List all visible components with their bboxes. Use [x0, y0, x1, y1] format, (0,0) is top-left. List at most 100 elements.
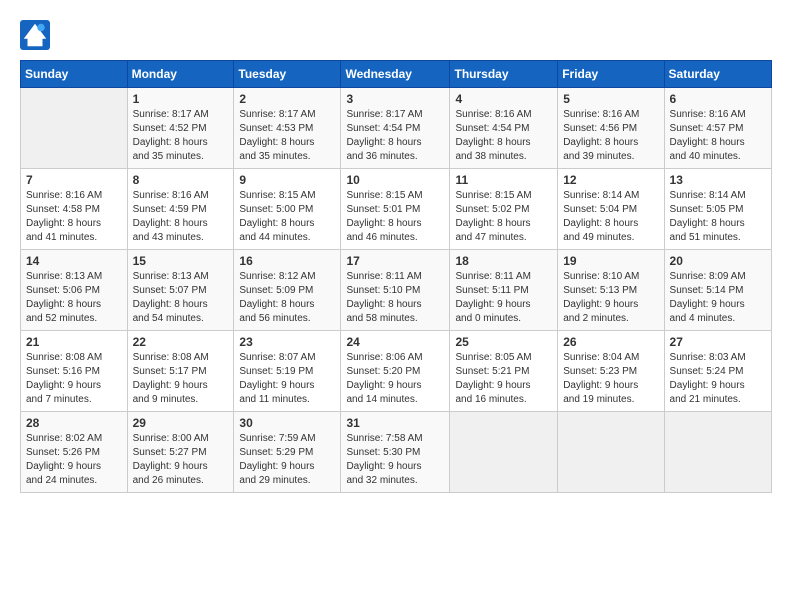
- calendar-cell: 10 Sunrise: 8:15 AM Sunset: 5:01 PM Dayli…: [341, 169, 450, 250]
- day-info: Sunrise: 8:06 AM Sunset: 5:20 PM Dayligh…: [346, 351, 444, 407]
- day-info: Sunrise: 8:15 AM Sunset: 5:02 PM Dayligh…: [455, 189, 552, 245]
- day-info: Sunrise: 8:10 AM Sunset: 5:13 PM Dayligh…: [563, 270, 658, 326]
- calendar-cell: 9Sunrise: 8:15 AM Sunset: 5:00 PM Daylig…: [234, 169, 341, 250]
- calendar-cell: 1 Sunrise: 8:17 AM Sunset: 4:52 PM Daylig…: [127, 88, 234, 169]
- day-number: 26: [563, 335, 658, 349]
- day-info: Sunrise: 8:13 AM Sunset: 5:07 PM Dayligh…: [133, 270, 229, 326]
- day-info: Sunrise: 8:11 AM Sunset: 5:11 PM Dayligh…: [455, 270, 552, 326]
- calendar-cell: 13Sunrise: 8:14 AM Sunset: 5:05 PM Dayli…: [664, 169, 771, 250]
- day-info: Sunrise: 8:11 AM Sunset: 5:10 PM Dayligh…: [346, 270, 444, 326]
- day-info: Sunrise: 8:04 AM Sunset: 5:23 PM Dayligh…: [563, 351, 658, 407]
- day-number: 3: [346, 92, 444, 106]
- day-number: 27: [670, 335, 766, 349]
- calendar-cell: [558, 412, 664, 493]
- calendar-cell: 5Sunrise: 8:16 AM Sunset: 4:56 PM Daylig…: [558, 88, 664, 169]
- day-of-week-header: Tuesday: [234, 61, 341, 88]
- calendar-cell: 22 Sunrise: 8:08 AM Sunset: 5:17 PM Dayli…: [127, 331, 234, 412]
- calendar-cell: 23 Sunrise: 8:07 AM Sunset: 5:19 PM Dayli…: [234, 331, 341, 412]
- calendar-cell: 25 Sunrise: 8:05 AM Sunset: 5:21 PM Dayli…: [450, 331, 558, 412]
- day-of-week-header: Friday: [558, 61, 664, 88]
- calendar-table: SundayMondayTuesdayWednesdayThursdayFrid…: [20, 60, 772, 493]
- calendar-cell: 29 Sunrise: 8:00 AM Sunset: 5:27 PM Dayli…: [127, 412, 234, 493]
- calendar-week-row: 21Sunrise: 8:08 AM Sunset: 5:16 PM Dayli…: [21, 331, 772, 412]
- calendar-cell: 3 Sunrise: 8:17 AM Sunset: 4:54 PM Daylig…: [341, 88, 450, 169]
- day-info: Sunrise: 8:08 AM Sunset: 5:17 PM Dayligh…: [133, 351, 229, 407]
- calendar-cell: [664, 412, 771, 493]
- day-info: Sunrise: 8:05 AM Sunset: 5:21 PM Dayligh…: [455, 351, 552, 407]
- day-info: Sunrise: 8:17 AM Sunset: 4:53 PM Dayligh…: [239, 108, 335, 164]
- day-info: Sunrise: 8:16 AM Sunset: 4:59 PM Dayligh…: [133, 189, 229, 245]
- calendar-cell: 26 Sunrise: 8:04 AM Sunset: 5:23 PM Dayli…: [558, 331, 664, 412]
- day-number: 14: [26, 254, 122, 268]
- day-number: 31: [346, 416, 444, 430]
- calendar-cell: 2 Sunrise: 8:17 AM Sunset: 4:53 PM Daylig…: [234, 88, 341, 169]
- calendar-cell: 30 Sunrise: 7:59 AM Sunset: 5:29 PM Dayli…: [234, 412, 341, 493]
- calendar-cell: 11 Sunrise: 8:15 AM Sunset: 5:02 PM Dayli…: [450, 169, 558, 250]
- day-of-week-header: Sunday: [21, 61, 128, 88]
- day-number: 30: [239, 416, 335, 430]
- day-of-week-header: Saturday: [664, 61, 771, 88]
- day-info: Sunrise: 8:15 AM Sunset: 5:00 PM Dayligh…: [239, 189, 335, 245]
- day-number: 2: [239, 92, 335, 106]
- day-info: Sunrise: 8:15 AM Sunset: 5:01 PM Dayligh…: [346, 189, 444, 245]
- calendar-week-row: 28 Sunrise: 8:02 AM Sunset: 5:26 PM Dayli…: [21, 412, 772, 493]
- calendar-cell: 14 Sunrise: 8:13 AM Sunset: 5:06 PM Dayli…: [21, 250, 128, 331]
- day-info: Sunrise: 8:07 AM Sunset: 5:19 PM Dayligh…: [239, 351, 335, 407]
- calendar-cell: 31 Sunrise: 7:58 AM Sunset: 5:30 PM Dayli…: [341, 412, 450, 493]
- calendar-cell: 20 Sunrise: 8:09 AM Sunset: 5:14 PM Dayli…: [664, 250, 771, 331]
- day-number: 6: [670, 92, 766, 106]
- day-number: 20: [670, 254, 766, 268]
- day-number: 25: [455, 335, 552, 349]
- calendar-cell: 24Sunrise: 8:06 AM Sunset: 5:20 PM Dayli…: [341, 331, 450, 412]
- day-number: 16: [239, 254, 335, 268]
- header: [20, 20, 772, 50]
- day-info: Sunrise: 8:14 AM Sunset: 5:05 PM Dayligh…: [670, 189, 766, 245]
- day-number: 19: [563, 254, 658, 268]
- calendar-week-row: 7Sunrise: 8:16 AM Sunset: 4:58 PM Daylig…: [21, 169, 772, 250]
- day-number: 10: [346, 173, 444, 187]
- day-number: 8: [133, 173, 229, 187]
- day-info: Sunrise: 8:02 AM Sunset: 5:26 PM Dayligh…: [26, 432, 122, 488]
- logo-icon: [20, 20, 50, 50]
- day-info: Sunrise: 8:09 AM Sunset: 5:14 PM Dayligh…: [670, 270, 766, 326]
- day-number: 1: [133, 92, 229, 106]
- day-number: 23: [239, 335, 335, 349]
- calendar-cell: 4Sunrise: 8:16 AM Sunset: 4:54 PM Daylig…: [450, 88, 558, 169]
- day-info: Sunrise: 8:13 AM Sunset: 5:06 PM Dayligh…: [26, 270, 122, 326]
- day-info: Sunrise: 8:14 AM Sunset: 5:04 PM Dayligh…: [563, 189, 658, 245]
- calendar-cell: 19 Sunrise: 8:10 AM Sunset: 5:13 PM Dayli…: [558, 250, 664, 331]
- calendar-cell: 7Sunrise: 8:16 AM Sunset: 4:58 PM Daylig…: [21, 169, 128, 250]
- calendar-week-row: 1 Sunrise: 8:17 AM Sunset: 4:52 PM Daylig…: [21, 88, 772, 169]
- day-info: Sunrise: 8:12 AM Sunset: 5:09 PM Dayligh…: [239, 270, 335, 326]
- calendar-cell: 27 Sunrise: 8:03 AM Sunset: 5:24 PM Dayli…: [664, 331, 771, 412]
- calendar-cell: 18 Sunrise: 8:11 AM Sunset: 5:11 PM Dayli…: [450, 250, 558, 331]
- day-info: Sunrise: 8:17 AM Sunset: 4:52 PM Dayligh…: [133, 108, 229, 164]
- calendar-cell: 28 Sunrise: 8:02 AM Sunset: 5:26 PM Dayli…: [21, 412, 128, 493]
- day-info: Sunrise: 8:08 AM Sunset: 5:16 PM Dayligh…: [26, 351, 122, 407]
- day-info: Sunrise: 8:03 AM Sunset: 5:24 PM Dayligh…: [670, 351, 766, 407]
- day-number: 28: [26, 416, 122, 430]
- day-of-week-header: Thursday: [450, 61, 558, 88]
- days-header-row: SundayMondayTuesdayWednesdayThursdayFrid…: [21, 61, 772, 88]
- calendar-cell: 6 Sunrise: 8:16 AM Sunset: 4:57 PM Daylig…: [664, 88, 771, 169]
- day-info: Sunrise: 8:00 AM Sunset: 5:27 PM Dayligh…: [133, 432, 229, 488]
- day-number: 18: [455, 254, 552, 268]
- calendar-cell: 16 Sunrise: 8:12 AM Sunset: 5:09 PM Dayli…: [234, 250, 341, 331]
- day-info: Sunrise: 7:58 AM Sunset: 5:30 PM Dayligh…: [346, 432, 444, 488]
- calendar-cell: 8 Sunrise: 8:16 AM Sunset: 4:59 PM Daylig…: [127, 169, 234, 250]
- calendar-cell: 15Sunrise: 8:13 AM Sunset: 5:07 PM Dayli…: [127, 250, 234, 331]
- day-number: 4: [455, 92, 552, 106]
- day-number: 11: [455, 173, 552, 187]
- day-info: Sunrise: 8:17 AM Sunset: 4:54 PM Dayligh…: [346, 108, 444, 164]
- day-number: 17: [346, 254, 444, 268]
- day-number: 29: [133, 416, 229, 430]
- day-of-week-header: Wednesday: [341, 61, 450, 88]
- day-number: 22: [133, 335, 229, 349]
- calendar-cell: 17 Sunrise: 8:11 AM Sunset: 5:10 PM Dayli…: [341, 250, 450, 331]
- day-info: Sunrise: 8:16 AM Sunset: 4:57 PM Dayligh…: [670, 108, 766, 164]
- logo: [20, 20, 54, 50]
- calendar-cell: 21Sunrise: 8:08 AM Sunset: 5:16 PM Dayli…: [21, 331, 128, 412]
- calendar-cell: [450, 412, 558, 493]
- calendar-cell: 12Sunrise: 8:14 AM Sunset: 5:04 PM Dayli…: [558, 169, 664, 250]
- day-info: Sunrise: 7:59 AM Sunset: 5:29 PM Dayligh…: [239, 432, 335, 488]
